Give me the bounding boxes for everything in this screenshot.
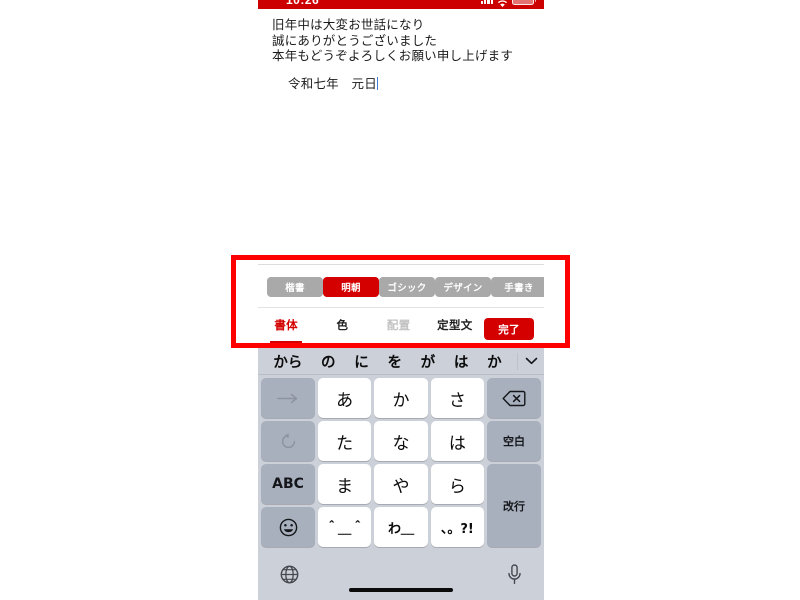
candidate-item[interactable]: が <box>421 351 436 372</box>
editor-tab-bar: 書体 色 配置 定型文 完了 <box>258 307 544 350</box>
font-chip-gothic[interactable]: ゴシック <box>379 277 435 297</box>
candidate-item[interactable]: に <box>354 351 369 372</box>
candidate-item[interactable]: か <box>487 351 502 372</box>
candidate-item[interactable]: の <box>321 351 336 372</box>
return-key[interactable]: 改行 <box>487 464 541 547</box>
letter-signature-line[interactable]: 令和七年 元日 <box>288 75 379 92</box>
candidate-item[interactable]: は <box>454 351 469 372</box>
letter-line: 誠にありがとうございました <box>272 32 438 48</box>
predictive-candidate-bar: から の に を が は か <box>258 348 544 375</box>
key-wa[interactable]: わ＿ <box>374 507 428 547</box>
key-rows-3-4: ABC ま や ら ＾＿＾ わ＿ 、。?! 改行 <box>261 464 541 547</box>
key-row-3-center: ま や ら <box>318 464 484 504</box>
key-na[interactable]: な <box>374 421 428 461</box>
battery-icon <box>512 0 536 5</box>
center-key-block-3-4: ま や ら ＾＿＾ わ＿ 、。?! <box>318 464 484 547</box>
key-row-1: あ か さ <box>261 378 541 418</box>
chevron-down-icon[interactable] <box>517 352 544 370</box>
candidate-item[interactable]: から <box>273 351 302 372</box>
space-key[interactable]: 空白 <box>487 421 541 461</box>
key-a[interactable]: あ <box>318 378 372 418</box>
font-chip-mincho[interactable]: 明朝 <box>323 277 379 297</box>
key-kaomoji[interactable]: ＾＿＾ <box>318 507 372 547</box>
key-ra[interactable]: ら <box>430 464 484 504</box>
font-chip-design[interactable]: デザイン <box>435 277 491 297</box>
key-punctuation[interactable]: 、。?! <box>430 507 484 547</box>
done-button[interactable]: 完了 <box>484 318 534 340</box>
phone-screen: 10:26 旧年中は大変お世話になり 誠にありがとうございました 本年もどうぞよ… <box>258 0 544 600</box>
key-ka[interactable]: か <box>374 378 428 418</box>
undo-key[interactable] <box>261 421 315 461</box>
font-chip-tegaki[interactable]: 手書き <box>491 277 544 297</box>
home-indicator[interactable] <box>349 588 453 592</box>
tab-haichi[interactable]: 配置 <box>371 308 427 342</box>
letter-line: 本年もどうぞよろしくお願い申し上げます <box>272 48 514 63</box>
tab-shotai[interactable]: 書体 <box>258 308 314 343</box>
wifi-icon <box>497 0 508 7</box>
right-function-column: 改行 <box>487 464 541 547</box>
key-ta[interactable]: た <box>318 421 372 461</box>
letter-line: 旧年中は大変お世話になり <box>272 17 425 32</box>
cellular-signal-icon <box>480 0 493 4</box>
key-row-1-center: あ か さ <box>318 378 484 418</box>
key-ya[interactable]: や <box>374 464 428 504</box>
key-ha[interactable]: は <box>430 421 484 461</box>
key-row-4-center: ＾＿＾ わ＿ 、。?! <box>318 507 484 547</box>
left-function-column: ABC <box>261 464 315 547</box>
key-sa[interactable]: さ <box>430 378 484 418</box>
postcard-canvas[interactable]: 旧年中は大変お世話になり 誠にありがとうございました 本年もどうぞよろしくお願い… <box>258 9 544 248</box>
text-caret <box>376 76 379 90</box>
status-bar-time: 10:26 <box>286 0 320 7</box>
software-keyboard: から の に を が は か あ か さ た な は 空白 ABC ま や ら … <box>258 348 544 600</box>
key-row-2-center: た な は <box>318 421 484 461</box>
key-row-2: た な は 空白 <box>261 421 541 461</box>
globe-icon[interactable] <box>280 565 299 589</box>
status-bar-indicators <box>480 0 536 7</box>
key-ma[interactable]: ま <box>318 464 372 504</box>
done-button-wrap: 完了 <box>483 312 535 346</box>
cursor-right-key[interactable] <box>261 378 315 418</box>
tab-teikeibun[interactable]: 定型文 <box>427 308 483 342</box>
candidate-item[interactable]: を <box>387 351 402 372</box>
backspace-key[interactable] <box>487 378 541 418</box>
letter-text-block[interactable]: 旧年中は大変お世話になり 誠にありがとうございました 本年もどうぞよろしくお願い… <box>272 17 534 93</box>
font-chip-kaisho[interactable]: 楷書 <box>267 277 323 297</box>
key-grid: あ か さ た な は 空白 ABC ま や ら ＾＿＾ わ＿ 、。?! 改行 <box>258 375 544 553</box>
abc-key[interactable]: ABC <box>261 464 315 504</box>
emoji-key[interactable] <box>261 507 315 547</box>
keyboard-bottom-bar <box>258 553 544 600</box>
status-bar: 10:26 <box>258 0 544 9</box>
candidate-list: から の に を が は か <box>258 351 517 372</box>
microphone-icon[interactable] <box>507 563 522 590</box>
tab-iro[interactable]: 色 <box>314 308 370 342</box>
font-style-chip-row: 楷書 明朝 ゴシック デザイン 手書き <box>258 272 544 302</box>
editor-toolbar: 楷書 明朝 ゴシック デザイン 手書き 書体 色 配置 定型文 完了 <box>258 264 544 350</box>
screenshot-canvas: 10:26 旧年中は大変お世話になり 誠にありがとうございました 本年もどうぞよ… <box>0 0 800 600</box>
letter-signature-text: 令和七年 元日 <box>288 75 377 91</box>
